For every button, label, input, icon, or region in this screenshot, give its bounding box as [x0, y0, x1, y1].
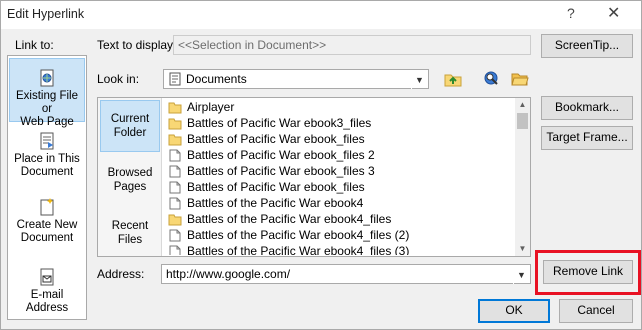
folder-icon	[168, 134, 182, 145]
place-in-document-icon	[40, 132, 54, 150]
nav-recent-line2: Files	[117, 234, 143, 246]
link-to-existing-file-line2: Web Page	[20, 116, 74, 128]
nav-browsed-pages[interactable]: Browsed Pages	[100, 162, 160, 202]
link-to-existing-file-line1: Existing File or	[16, 90, 78, 115]
web-page-icon	[40, 69, 54, 87]
file-icon	[169, 229, 181, 241]
nav-browsed-line1: Browsed	[107, 167, 153, 179]
remove-link-button[interactable]: Remove Link	[543, 260, 633, 284]
file-icon	[169, 197, 181, 209]
folder-icon	[168, 118, 182, 129]
file-row[interactable]: Battles of Pacific War ebook_files 3	[168, 163, 514, 179]
file-name: Battles of the Pacific War ebook4_files …	[187, 228, 410, 242]
title-bar: Edit Hyperlink ? ✕	[1, 1, 641, 29]
target-frame-button[interactable]: Target Frame...	[541, 126, 633, 150]
up-folder-icon	[444, 74, 462, 87]
look-in-value: Documents	[186, 72, 247, 86]
text-to-display-label: Text to display:	[97, 38, 177, 52]
documents-folder-icon	[169, 72, 181, 86]
file-row[interactable]: Battles of the Pacific War ebook4_files …	[168, 227, 514, 243]
new-document-icon	[40, 198, 54, 216]
folder-icon	[168, 214, 182, 225]
file-row[interactable]: Airplayer	[168, 99, 514, 115]
browser-nav: Current Folder Browsed Pages Recent File…	[98, 98, 162, 256]
folder-icon	[168, 102, 182, 113]
file-icon	[169, 181, 181, 193]
bookmark-button[interactable]: Bookmark...	[541, 96, 633, 120]
email-icon	[40, 268, 54, 286]
address-label: Address:	[97, 267, 145, 281]
link-to-create-new-document[interactable]: Create New Document	[9, 198, 85, 252]
vertical-scrollbar[interactable]: ▲ ▼	[515, 98, 530, 256]
file-browser: Current Folder Browsed Pages Recent File…	[97, 97, 531, 257]
file-row[interactable]: Battles of Pacific War ebook3_files	[168, 115, 514, 131]
nav-recent-files[interactable]: Recent Files	[100, 215, 160, 255]
file-name: Battles of Pacific War ebook3_files	[187, 116, 372, 130]
file-icon	[169, 245, 181, 255]
file-row[interactable]: Battles of the Pacific War ebook4_files	[168, 211, 514, 227]
file-name: Battles of the Pacific War ebook4_files	[187, 212, 392, 226]
text-to-display-input[interactable]: <<Selection in Document>>	[173, 35, 531, 55]
file-name: Battles of Pacific War ebook_files 2	[187, 148, 375, 162]
file-icon	[169, 149, 181, 161]
help-button[interactable]: ?	[567, 5, 575, 21]
link-to-email-line1: E-mail Address	[25, 289, 69, 314]
file-name: Battles of Pacific War ebook_files	[187, 132, 365, 146]
file-row[interactable]: Battles of Pacific War ebook_files 2	[168, 147, 514, 163]
file-row[interactable]: Battles of the Pacific War ebook4_files …	[168, 243, 514, 255]
link-to-email-address[interactable]: E-mail Address	[9, 268, 85, 314]
nav-current-folder-line2: Folder	[113, 127, 147, 139]
scroll-up-icon[interactable]: ▲	[515, 98, 530, 112]
screentip-button[interactable]: ScreenTip...	[541, 34, 633, 58]
browse-file-button[interactable]	[508, 68, 532, 90]
close-button[interactable]: ✕	[607, 3, 620, 23]
dialog-title: Edit Hyperlink	[7, 7, 85, 21]
nav-recent-line1: Recent	[111, 220, 149, 232]
cancel-button[interactable]: Cancel	[559, 299, 633, 323]
nav-browsed-line2: Pages	[113, 181, 147, 193]
browse-web-button[interactable]	[480, 68, 504, 90]
link-to-create-line2: Document	[20, 232, 74, 244]
scroll-thumb[interactable]	[517, 113, 528, 129]
look-in-label: Look in:	[97, 72, 140, 86]
open-folder-icon	[511, 73, 529, 86]
link-to-label: Link to:	[15, 38, 54, 52]
chevron-down-icon[interactable]: ▼	[411, 71, 427, 89]
file-name: Battles of the Pacific War ebook4_files …	[187, 244, 410, 255]
link-to-place-line2: Document	[20, 166, 74, 178]
file-list: Airplayer Battles of Pacific War ebook3_f…	[168, 99, 514, 255]
edit-hyperlink-dialog: Edit Hyperlink ? ✕ Link to: Existing Fil…	[0, 0, 642, 330]
browse-web-icon	[484, 71, 498, 85]
up-one-folder-button[interactable]	[441, 68, 465, 90]
link-to-sidebar: Existing File or Web Page Place in This …	[7, 55, 87, 320]
address-value: http://www.google.com/	[166, 267, 291, 281]
file-name: Battles of Pacific War ebook_files	[187, 180, 365, 194]
link-to-create-line1: Create New	[16, 219, 78, 231]
file-name: Battles of the Pacific War ebook4	[187, 196, 364, 210]
address-input[interactable]: http://www.google.com/ ▼	[161, 264, 531, 284]
ok-button[interactable]: OK	[478, 299, 550, 323]
nav-current-folder-line1: Current	[110, 113, 150, 125]
link-to-place-in-document[interactable]: Place in This Document	[9, 132, 85, 186]
scroll-down-icon[interactable]: ▼	[515, 242, 530, 256]
file-row[interactable]: Battles of Pacific War ebook_files	[168, 131, 514, 147]
file-name: Battles of Pacific War ebook_files 3	[187, 164, 375, 178]
file-row[interactable]: Battles of the Pacific War ebook4	[168, 195, 514, 211]
file-name: Airplayer	[187, 100, 235, 114]
link-to-existing-file[interactable]: Existing File or Web Page	[9, 58, 85, 128]
nav-current-folder[interactable]: Current Folder	[100, 100, 160, 152]
link-to-place-line1: Place in This	[14, 153, 80, 165]
file-icon	[169, 165, 181, 177]
address-dropdown-icon[interactable]: ▼	[513, 266, 529, 284]
file-row[interactable]: Battles of Pacific War ebook_files	[168, 179, 514, 195]
look-in-select[interactable]: Documents ▼	[163, 69, 429, 89]
